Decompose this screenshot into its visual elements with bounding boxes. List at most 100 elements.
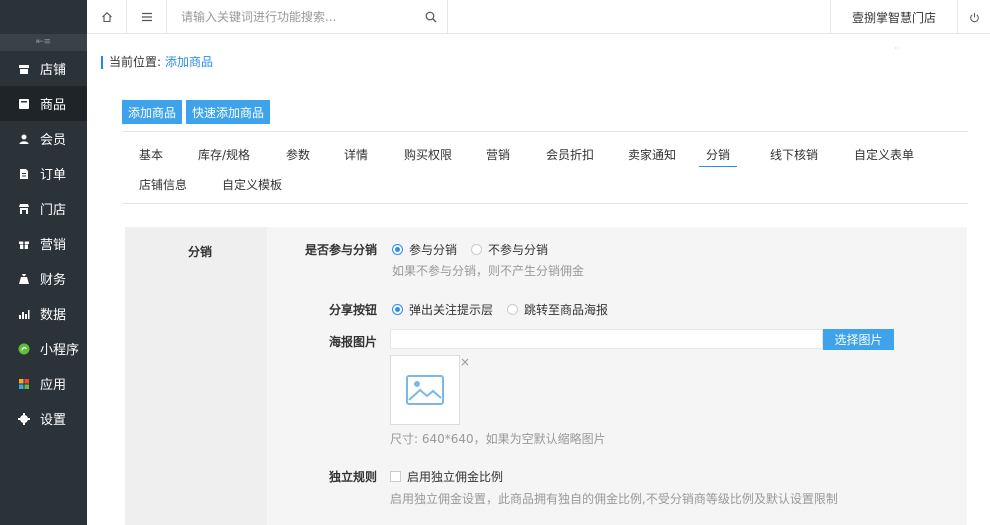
radio-label: 跳转至商品海报 [524, 303, 609, 317]
tab-bar: 基本 库存/规格 参数 详情 购买权限 营销 会员折扣 卖家通知 分销 线下核销 自定义表单店铺信息… [122, 131, 968, 204]
miniapp-icon [18, 343, 30, 355]
sidebar-item-goods[interactable]: 商品 [0, 86, 87, 121]
quick-add-goods-button[interactable]: 快速添加商品 [186, 100, 271, 124]
store-icon [18, 63, 30, 75]
sidebar-item-member[interactable]: 会员 [0, 121, 87, 156]
gift-icon [18, 238, 30, 250]
sidebar-item-label: 设置 [40, 413, 67, 428]
sidebar-item-store[interactable]: 店铺 [0, 51, 87, 86]
tab-5[interactable]: 营销 [486, 143, 510, 167]
home-button[interactable] [87, 0, 127, 34]
section-column: 分销 [125, 227, 267, 525]
share-button-label: 分享按钮 [328, 303, 377, 317]
sidebar-item-label: 营销 [40, 238, 67, 253]
tab-8[interactable]: 分销 [699, 143, 738, 167]
image-placeholder-icon [406, 375, 444, 405]
tab-4[interactable]: 购买权限 [404, 143, 452, 167]
select-image-button[interactable]: 选择图片 [823, 329, 894, 350]
top-bar: 壹捌掌智慧门店 [87, 0, 990, 34]
tab-7[interactable]: 卖家通知 [628, 143, 676, 167]
tab-3[interactable]: 详情 [344, 143, 368, 167]
sidebar-item-label: 小程序 [40, 343, 80, 358]
poster-image-hint: 尺寸: 640*640，如果为空默认缩略图片 [390, 432, 606, 446]
breadcrumb-current[interactable]: 添加商品 [165, 56, 213, 69]
radio-label: 参与分销 [409, 243, 458, 257]
gear-icon [18, 412, 30, 425]
radio-icon-checked [392, 304, 403, 315]
main-content: 当前位置: 添加商品 ·· 添加商品 快速添加商品 基本 库存/规格 参数 详情 购买权… [87, 34, 990, 525]
poster-thumbnail [390, 355, 460, 425]
member-icon [18, 133, 30, 145]
logout-button[interactable] [958, 0, 990, 34]
tab-2[interactable]: 参数 [286, 143, 310, 167]
search-icon[interactable] [425, 11, 437, 23]
hamburger-icon [141, 12, 152, 22]
sidebar-logo-area [0, 0, 87, 34]
radio-icon-checked [392, 244, 403, 255]
checkbox-icon [390, 471, 401, 482]
sidebar-item-label: 应用 [40, 378, 67, 393]
finance-icon [18, 273, 30, 285]
home-icon [101, 12, 112, 23]
breadcrumb: 当前位置: 添加商品 [101, 56, 213, 69]
checkbox-label: 启用独立佣金比例 [407, 470, 504, 484]
tab-11[interactable]: 店铺信息 [139, 173, 187, 197]
sidebar-item-label: 店铺 [40, 63, 67, 78]
independent-commission-checkbox[interactable]: 启用独立佣金比例 [390, 468, 503, 485]
sidebar-item-label: 数据 [40, 308, 67, 323]
store-name[interactable]: 壹捌掌智慧门店 [830, 0, 958, 34]
radio-label: 不参与分销 [488, 243, 549, 257]
order-icon [18, 168, 30, 180]
sidebar-item-label: 会员 [40, 133, 67, 148]
collapse-icon[interactable]: ⇤≡ [0, 34, 87, 51]
sidebar-item-label: 商品 [40, 98, 67, 113]
sidebar-item-chart[interactable]: 数据 [0, 296, 87, 331]
tab-1[interactable]: 库存/规格 [198, 143, 250, 167]
sidebar-item-gift[interactable]: 营销 [0, 226, 87, 261]
participate-hint: 如果不参与分销，则不产生分销佣金 [392, 264, 585, 278]
sidebar-item-gear[interactable]: 设置 [0, 401, 87, 436]
sidebar-item-miniapp[interactable]: 小程序 [0, 331, 87, 366]
independent-rule-hint: 启用独立佣金设置，此商品拥有独自的佣金比例,不受分销商等级比例及默认设置限制 [390, 492, 838, 506]
search-input[interactable] [181, 10, 421, 24]
tab-0[interactable]: 基本 [139, 143, 163, 167]
remove-image-icon[interactable]: × [460, 355, 470, 369]
search-box [167, 0, 448, 34]
sidebar-item-order[interactable]: 订单 [0, 156, 87, 191]
radio-participate-no[interactable]: 不参与分销 [471, 241, 548, 258]
power-icon [969, 12, 979, 22]
radio-participate-yes[interactable]: 参与分销 [392, 241, 457, 258]
radio-share-popup[interactable]: 弹出关注提示层 [392, 301, 493, 318]
poster-image-input[interactable] [390, 329, 823, 349]
tab-12[interactable]: 自定义模板 [222, 173, 282, 197]
breadcrumb-label: 当前位置: [109, 55, 162, 69]
form-column: 是否参与分销 参与分销 不参与分销 如果不参与分销，则不产生分销佣金 分享按钮 … [272, 227, 967, 525]
poster-image-label: 海报图片 [328, 335, 377, 349]
sidebar-item-apps[interactable]: 应用 [0, 366, 87, 401]
drag-handle: ·· [894, 44, 900, 53]
radio-label: 弹出关注提示层 [409, 303, 494, 317]
tab-9[interactable]: 线下核销 [770, 143, 818, 167]
goods-icon [18, 98, 30, 110]
sidebar-item-label: 财务 [40, 273, 67, 288]
sidebar: ⇤≡ 店铺商品会员订单门店营销财务数据小程序应用设置 [0, 0, 87, 525]
menu-button[interactable] [127, 0, 167, 34]
radio-icon [471, 244, 482, 255]
chart-icon [18, 308, 30, 320]
tab-10[interactable]: 自定义表单 [854, 143, 914, 167]
action-buttons: 添加商品 快速添加商品 [122, 100, 271, 124]
sidebar-item-label: 订单 [40, 168, 67, 183]
tab-6[interactable]: 会员折扣 [546, 143, 594, 167]
distribution-panel: 分销 是否参与分销 参与分销 不参与分销 如果不参与分销，则不产生分销佣金 分享… [125, 227, 967, 525]
sidebar-item-finance[interactable]: 财务 [0, 261, 87, 296]
sidebar-item-label: 门店 [40, 203, 67, 218]
sidebar-item-shop[interactable]: 门店 [0, 191, 87, 226]
radio-share-poster[interactable]: 跳转至商品海报 [507, 301, 608, 318]
add-goods-button[interactable]: 添加商品 [122, 100, 183, 124]
apps-icon [18, 378, 30, 390]
radio-icon [507, 304, 518, 315]
shop-icon [18, 203, 30, 215]
independent-rule-label: 独立规则 [328, 470, 377, 484]
section-title: 分销 [188, 245, 213, 259]
participate-label: 是否参与分销 [304, 243, 377, 257]
